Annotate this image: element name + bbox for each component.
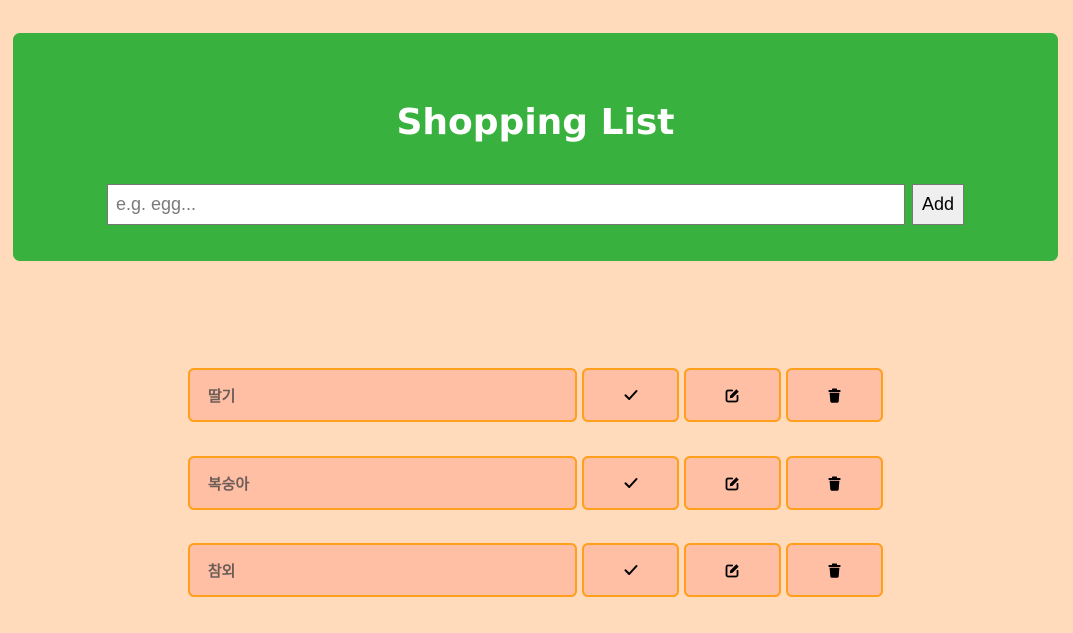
- item-name: 복숭아: [188, 456, 577, 510]
- edit-button[interactable]: [684, 456, 781, 510]
- item-name: 딸기: [188, 368, 577, 422]
- item-name: 참외: [188, 543, 577, 597]
- check-icon: [624, 389, 638, 401]
- item-input[interactable]: [107, 184, 905, 225]
- delete-button[interactable]: [786, 456, 883, 510]
- add-button[interactable]: Add: [912, 184, 964, 225]
- delete-button[interactable]: [786, 543, 883, 597]
- delete-button[interactable]: [786, 368, 883, 422]
- trash-icon: [828, 476, 841, 491]
- complete-button[interactable]: [582, 543, 679, 597]
- edit-icon: [725, 476, 740, 491]
- list-item: 참외: [188, 543, 888, 597]
- complete-button[interactable]: [582, 368, 679, 422]
- check-icon: [624, 477, 638, 489]
- trash-icon: [828, 563, 841, 578]
- trash-icon: [828, 388, 841, 403]
- header: Shopping List Add: [13, 33, 1058, 261]
- check-icon: [624, 564, 638, 576]
- edit-button[interactable]: [684, 543, 781, 597]
- add-item-form: Add: [107, 184, 965, 225]
- list-item: 딸기: [188, 368, 888, 422]
- complete-button[interactable]: [582, 456, 679, 510]
- edit-button[interactable]: [684, 368, 781, 422]
- edit-icon: [725, 388, 740, 403]
- page-title: Shopping List: [396, 102, 675, 143]
- edit-icon: [725, 563, 740, 578]
- list-item: 복숭아: [188, 456, 888, 510]
